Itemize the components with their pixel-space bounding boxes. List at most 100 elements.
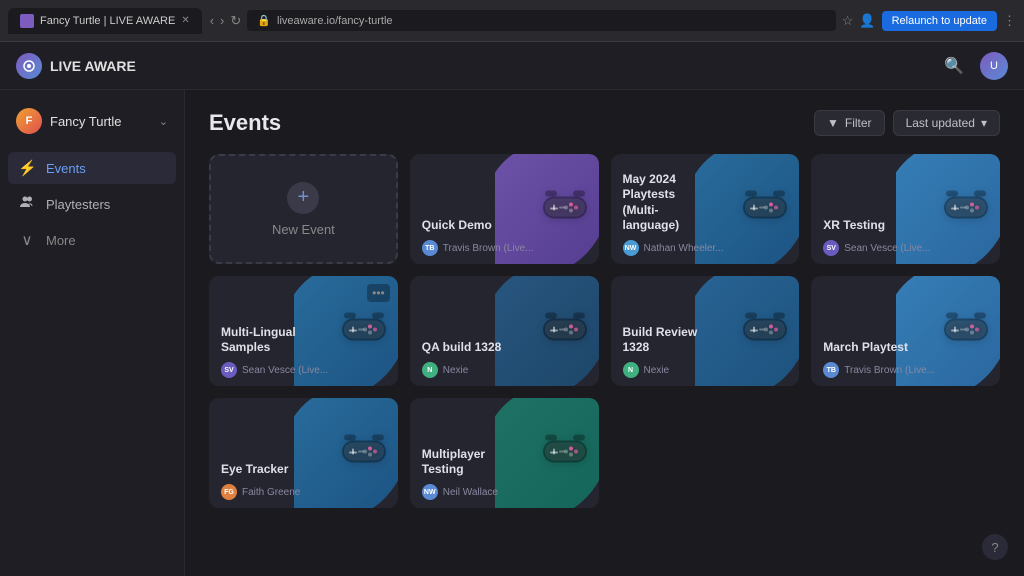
sidebar-more-label: More xyxy=(46,233,76,248)
filter-icon: ▼ xyxy=(827,116,839,130)
sort-select[interactable]: Last updated ▾ xyxy=(893,110,1000,136)
reload-icon[interactable]: ↻ xyxy=(230,13,241,29)
user-avatar-sm: NW xyxy=(623,240,639,256)
user-name: Neil Wallace xyxy=(443,487,498,498)
new-event-plus-icon: + xyxy=(287,182,319,214)
filter-label: Filter xyxy=(845,116,872,130)
browser-actions: ☆ 👤 xyxy=(842,13,876,29)
tab-close[interactable]: ✕ xyxy=(181,15,189,26)
sidebar-events-label: Events xyxy=(46,161,86,176)
bookmark-icon[interactable]: ☆ xyxy=(842,13,854,29)
user-name: Sean Vesce (Live... xyxy=(242,365,328,376)
profile-icon[interactable]: 👤 xyxy=(859,13,875,29)
playtesters-icon xyxy=(18,195,36,213)
card-content: Eye Tracker FG Faith Greene xyxy=(209,452,398,508)
url-text: liveaware.io/fancy-turtle xyxy=(277,15,393,27)
main-layout: F Fancy Turtle ⌄ ⚡ Events Playtesters xyxy=(0,90,1024,576)
filter-button[interactable]: ▼ Filter xyxy=(814,110,885,136)
card-user: FG Faith Greene xyxy=(221,484,386,500)
content-area: Events ▼ Filter Last updated ▾ + xyxy=(185,90,1024,576)
card-title: May 2024 Playtests (Multi-language) xyxy=(623,172,714,234)
card-content: QA build 1328 N Nexie xyxy=(410,330,599,386)
event-card-build-review[interactable]: Build Review 1328 N Nexie xyxy=(611,276,800,386)
events-grid: + New Event Quick Demo TB Travis Brown (… xyxy=(209,154,1000,508)
card-title: March Playtest xyxy=(823,340,914,356)
sidebar-item-playtesters[interactable]: Playtesters xyxy=(8,188,176,220)
event-card-may-2024[interactable]: May 2024 Playtests (Multi-language) NW N… xyxy=(611,154,800,264)
card-user: TB Travis Brown (Live... xyxy=(823,362,988,378)
card-content: March Playtest TB Travis Brown (Live... xyxy=(811,330,1000,386)
browser-chrome: Fancy Turtle | LIVE AWARE ✕ ‹ › ↻ 🔒 live… xyxy=(0,0,1024,42)
card-title: QA build 1328 xyxy=(422,340,513,356)
app-logo-icon xyxy=(16,53,42,79)
user-avatar-sm: NW xyxy=(422,484,438,500)
help-button[interactable]: ? xyxy=(982,534,1008,560)
event-card-xr-testing[interactable]: XR Testing SV Sean Vesce (Live... xyxy=(811,154,1000,264)
event-card-qa-build[interactable]: QA build 1328 N Nexie xyxy=(410,276,599,386)
events-icon: ⚡ xyxy=(18,159,36,177)
event-card-march-playtest[interactable]: March Playtest TB Travis Brown (Live... xyxy=(811,276,1000,386)
org-avatar: F xyxy=(16,108,42,134)
page-title: Events xyxy=(209,110,281,136)
user-name: Nexie xyxy=(644,365,670,376)
card-title: XR Testing xyxy=(823,218,914,234)
sidebar-playtesters-label: Playtesters xyxy=(46,197,110,212)
user-avatar-sm: TB xyxy=(823,362,839,378)
forward-icon[interactable]: › xyxy=(220,13,224,29)
relaunch-button[interactable]: Relaunch to update xyxy=(882,11,997,31)
address-bar[interactable]: 🔒 liveaware.io/fancy-turtle xyxy=(247,10,835,31)
card-content: Multi-Lingual Samples SV Sean Vesce (Liv… xyxy=(209,315,398,386)
browser-tab[interactable]: Fancy Turtle | LIVE AWARE ✕ xyxy=(8,8,202,34)
new-event-card[interactable]: + New Event xyxy=(209,154,398,264)
sort-chevron-icon: ▾ xyxy=(981,116,987,130)
card-user: SV Sean Vesce (Live... xyxy=(823,240,988,256)
user-name: Travis Brown (Live... xyxy=(844,365,935,376)
card-user: N Nexie xyxy=(422,362,587,378)
sort-label: Last updated xyxy=(906,116,975,130)
sidebar-item-events[interactable]: ⚡ Events xyxy=(8,152,176,184)
tab-favicon xyxy=(20,14,34,28)
user-avatar-sm: TB xyxy=(422,240,438,256)
card-title: Eye Tracker xyxy=(221,462,312,478)
new-event-label: New Event xyxy=(272,222,335,237)
user-avatar-sm: SV xyxy=(823,240,839,256)
back-icon[interactable]: ‹ xyxy=(210,13,214,29)
chevron-down-icon: ∨ xyxy=(18,231,36,249)
user-name: Faith Greene xyxy=(242,487,300,498)
help-icon: ? xyxy=(991,540,998,555)
user-name: Nathan Wheeler... xyxy=(644,243,724,254)
top-nav: LIVE AWARE 🔍 U xyxy=(0,42,1024,90)
app-logo: LIVE AWARE xyxy=(16,53,136,79)
card-content: Multiplayer Testing NW Neil Wallace xyxy=(410,437,599,508)
user-name: Travis Brown (Live... xyxy=(443,243,534,254)
card-menu-button[interactable]: ••• xyxy=(367,284,390,302)
user-avatar-sm: N xyxy=(623,362,639,378)
event-card-multiplayer[interactable]: Multiplayer Testing NW Neil Wallace xyxy=(410,398,599,508)
card-content: Quick Demo TB Travis Brown (Live... xyxy=(410,208,599,264)
user-avatar-sm: SV xyxy=(221,362,237,378)
event-card-quick-demo[interactable]: Quick Demo TB Travis Brown (Live... xyxy=(410,154,599,264)
user-avatar-sm: FG xyxy=(221,484,237,500)
sidebar: F Fancy Turtle ⌄ ⚡ Events Playtesters xyxy=(0,90,185,576)
card-content: May 2024 Playtests (Multi-language) NW N… xyxy=(611,162,800,264)
org-chevron-icon: ⌄ xyxy=(159,115,168,128)
sidebar-item-more[interactable]: ∨ More xyxy=(8,224,176,256)
card-user: TB Travis Brown (Live... xyxy=(422,240,587,256)
nav-controls: ‹ › ↻ xyxy=(210,13,242,29)
user-avatar-sm: N xyxy=(422,362,438,378)
card-content: Build Review 1328 N Nexie xyxy=(611,315,800,386)
card-content: XR Testing SV Sean Vesce (Live... xyxy=(811,208,1000,264)
user-name: Sean Vesce (Live... xyxy=(844,243,930,254)
card-title: Quick Demo xyxy=(422,218,513,234)
app-name: LIVE AWARE xyxy=(50,58,136,74)
org-selector[interactable]: F Fancy Turtle ⌄ xyxy=(8,102,176,140)
page-header: Events ▼ Filter Last updated ▾ xyxy=(209,110,1000,136)
event-card-multi-lingual[interactable]: ••• Multi-Lingual Samples SV Sean Vesce … xyxy=(209,276,398,386)
user-avatar[interactable]: U xyxy=(980,52,1008,80)
card-title: Multiplayer Testing xyxy=(422,447,513,478)
card-title: Build Review 1328 xyxy=(623,325,714,356)
event-card-eye-tracker[interactable]: Eye Tracker FG Faith Greene xyxy=(209,398,398,508)
card-user: NW Neil Wallace xyxy=(422,484,587,500)
search-button[interactable]: 🔍 xyxy=(940,52,968,80)
extensions-icon[interactable]: ⋮ xyxy=(1003,13,1016,29)
